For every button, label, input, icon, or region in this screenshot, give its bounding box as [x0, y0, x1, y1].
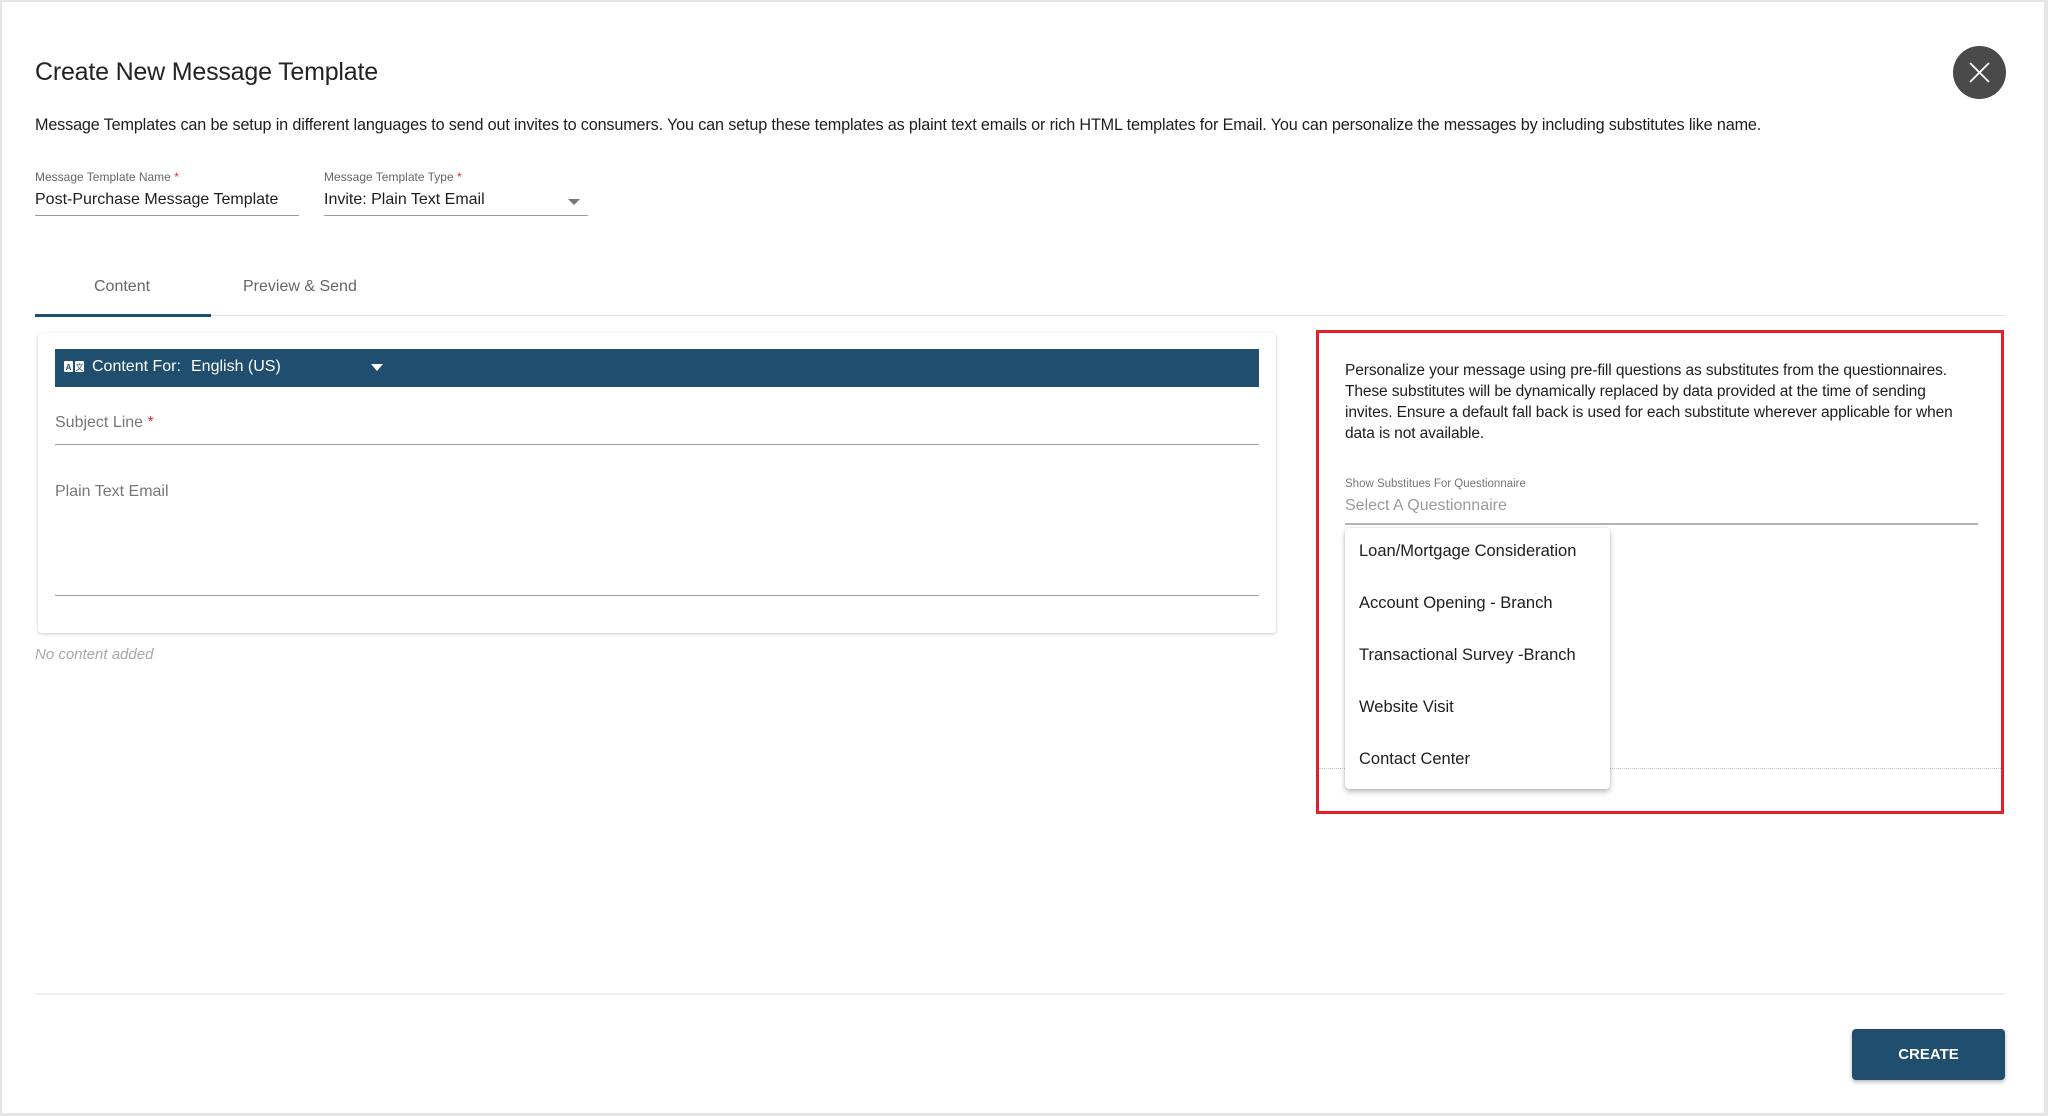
caret-down-icon[interactable] [371, 364, 383, 371]
chevron-down-icon[interactable] [568, 199, 580, 205]
questionnaire-dropdown-menu: Loan/Mortgage Consideration Account Open… [1345, 528, 1610, 789]
plain-text-email-placeholder: Plain Text Email [55, 483, 169, 500]
translate-icon: A 文 [64, 361, 84, 372]
template-type-underline [324, 215, 588, 216]
empty-content-note: No content added [35, 646, 154, 663]
language-label: Content For: [92, 358, 181, 375]
close-icon [1969, 62, 1990, 83]
active-tab-indicator [35, 314, 211, 317]
language-selector[interactable]: A 文 Content For: English (US) [55, 349, 1259, 387]
dropdown-option[interactable]: Website Visit [1345, 684, 1610, 736]
language-value: English (US) [191, 358, 281, 375]
required-mark: * [456, 170, 462, 184]
questionnaire-select[interactable]: Select A Questionnaire [1345, 497, 1978, 525]
dropdown-option[interactable]: Account Opening - Branch [1345, 580, 1610, 632]
dialog-description: Message Templates can be setup in differ… [35, 116, 1762, 134]
plain-text-email-input[interactable]: Plain Text Email [55, 483, 1259, 596]
dropdown-option[interactable]: Loan/Mortgage Consideration [1345, 528, 1610, 580]
close-button[interactable] [1953, 46, 2006, 99]
dropdown-option[interactable]: Contact Center [1345, 736, 1610, 788]
questionnaire-select-placeholder: Select A Questionnaire [1345, 497, 1507, 514]
required-mark: * [174, 170, 179, 184]
template-type-value[interactable]: Invite: Plain Text Email [324, 191, 588, 213]
svg-text:A: A [66, 363, 72, 372]
footer-divider [35, 993, 2005, 995]
required-mark: * [147, 414, 154, 431]
dropdown-option[interactable]: Transactional Survey -Branch [1345, 632, 1610, 684]
template-name-field[interactable]: Message Template Name * Post-Purchase Me… [35, 170, 299, 216]
svg-text:文: 文 [76, 362, 84, 372]
tab-preview-send[interactable]: Preview & Send [243, 278, 357, 296]
template-type-select[interactable]: Message Template Type * Invite: Plain Te… [324, 170, 588, 216]
template-name-label: Message Template Name * [35, 170, 179, 184]
subject-line-placeholder: Subject Line [55, 414, 144, 431]
substitutes-description: Personalize your message using pre-fill … [1345, 362, 1953, 442]
template-name-input[interactable]: Post-Purchase Message Template [35, 191, 299, 213]
dialog-title: Create New Message Template [35, 58, 378, 86]
tab-bar: Content Preview & Send [35, 270, 2005, 317]
tab-content[interactable]: Content [94, 278, 150, 296]
create-button[interactable]: CREATE [1852, 1029, 2005, 1080]
template-type-label: Message Template Type * [324, 170, 462, 184]
template-name-underline [35, 215, 299, 216]
subject-line-input[interactable]: Subject Line * [55, 414, 1259, 445]
questionnaire-select-label: Show Substitues For Questionnaire [1345, 478, 1526, 490]
